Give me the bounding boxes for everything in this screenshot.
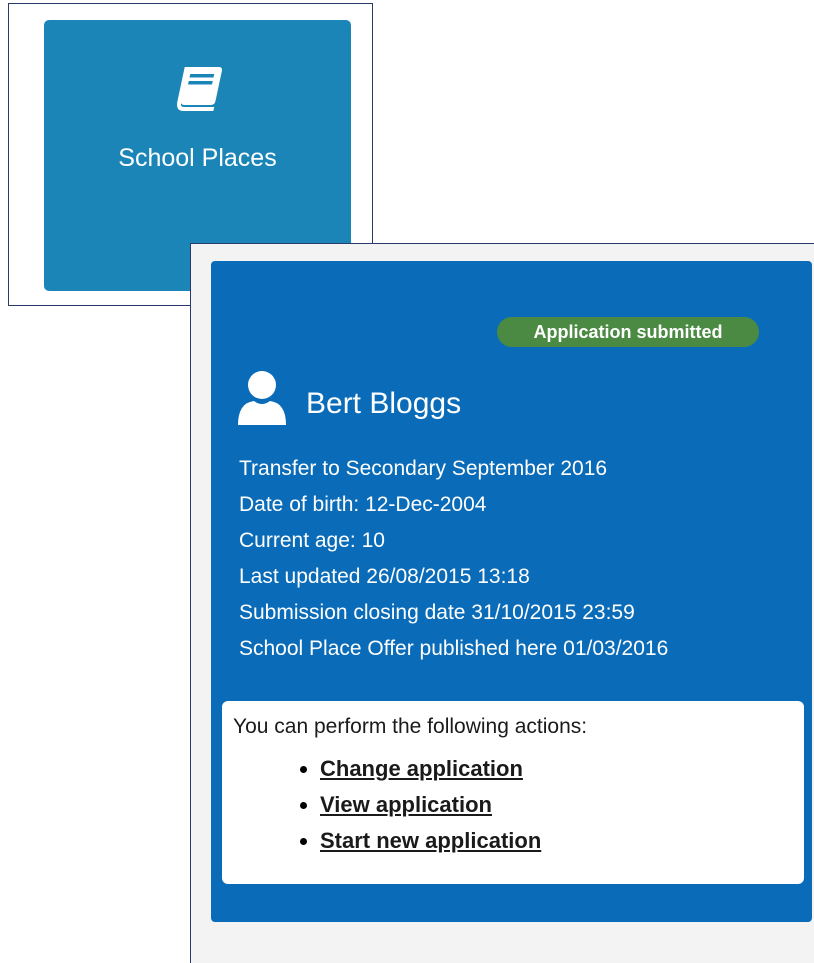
change-application-link[interactable]: Change application <box>320 756 523 781</box>
tile-label: School Places <box>118 144 277 172</box>
application-frame: Application submitted Bert Bloggs Transf… <box>190 243 814 963</box>
application-details: Transfer to Secondary September 2016 Dat… <box>239 451 668 667</box>
view-application-link[interactable]: View application <box>320 792 492 817</box>
closing-date-text: Submission closing date 31/10/2015 23:59 <box>239 601 635 624</box>
book-icon <box>177 67 222 111</box>
application-card: Application submitted Bert Bloggs Transf… <box>211 261 812 922</box>
list-item: Change application <box>320 751 541 787</box>
actions-list: Change application View application Star… <box>290 751 541 859</box>
status-badge: Application submitted <box>497 317 759 347</box>
actions-intro: You can perform the following actions: <box>233 715 588 738</box>
start-new-application-link[interactable]: Start new application <box>320 828 541 853</box>
list-item: Start new application <box>320 823 541 859</box>
applicant-name: Bert Bloggs <box>306 387 462 420</box>
dob-text: Date of birth: 12-Dec-2004 <box>239 493 487 516</box>
offer-date-text: School Place Offer published here 01/03/… <box>239 637 669 660</box>
list-item: View application <box>320 787 541 823</box>
age-text: Current age: 10 <box>239 529 385 552</box>
user-icon <box>238 371 286 425</box>
actions-box: You can perform the following actions: C… <box>222 701 804 884</box>
transfer-text: Transfer to Secondary September 2016 <box>239 457 608 480</box>
last-updated-text: Last updated 26/08/2015 13:18 <box>239 565 530 588</box>
